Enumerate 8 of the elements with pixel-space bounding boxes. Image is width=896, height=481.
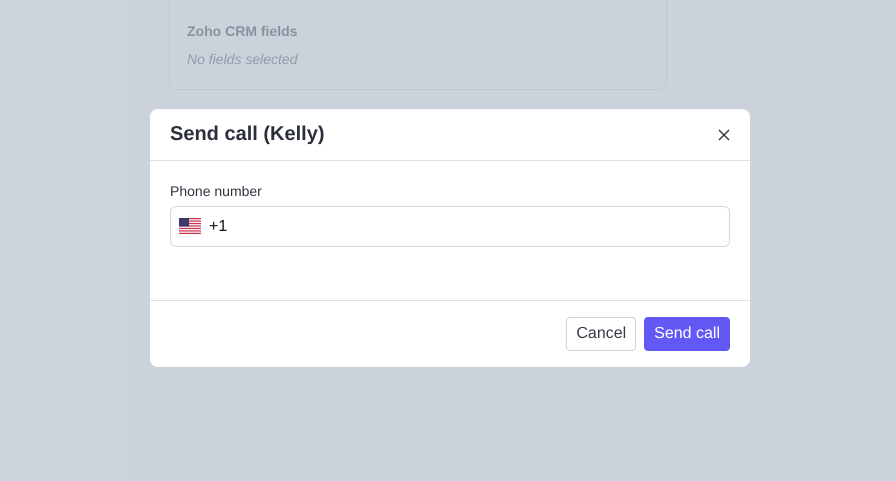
field-label: Phone number <box>170 183 263 199</box>
dialog-title: Send call (Kelly) <box>170 123 324 146</box>
card-title: Zoho CRM fields <box>187 23 298 39</box>
cancel-button[interactable]: Cancel <box>566 317 636 351</box>
phone-field[interactable]: +1 <box>170 206 730 247</box>
send-call-button[interactable]: Send call <box>644 317 730 351</box>
flag-icon[interactable] <box>179 218 201 234</box>
close-icon[interactable] <box>718 128 730 140</box>
